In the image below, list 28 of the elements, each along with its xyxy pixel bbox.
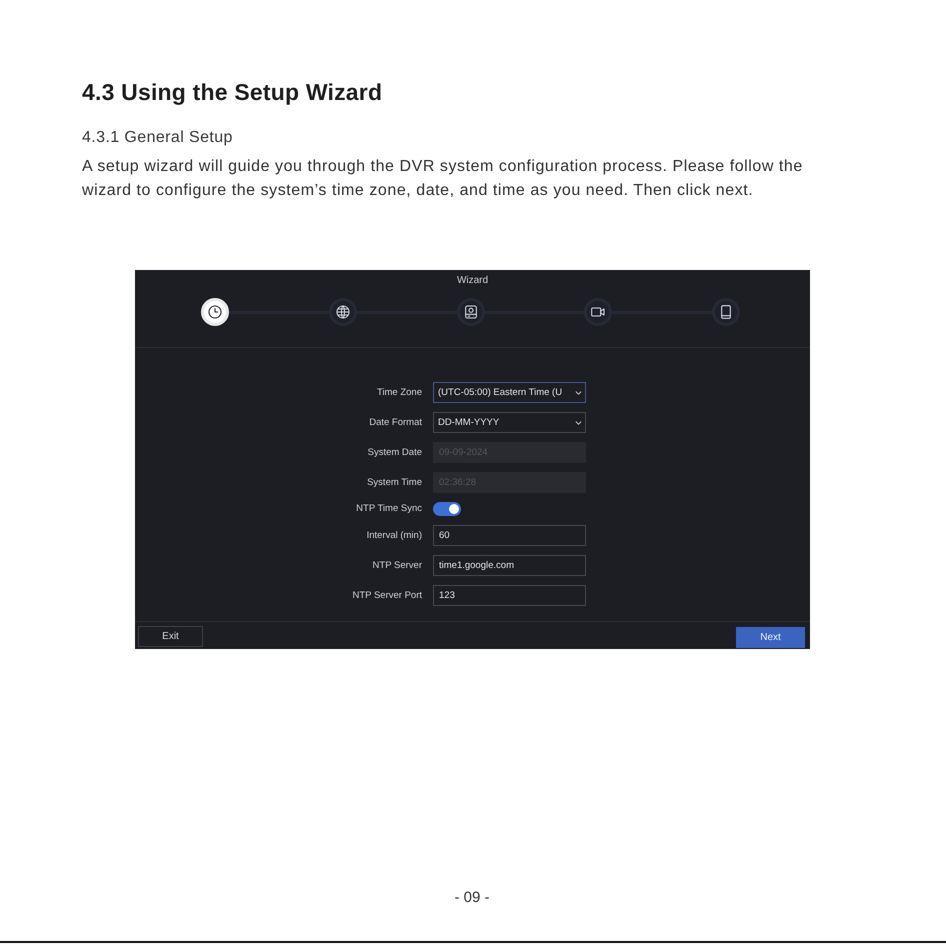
hard-drive-icon[interactable] xyxy=(456,298,484,326)
text-field[interactable]: 123 xyxy=(433,585,586,606)
toggle-switch[interactable] xyxy=(433,502,461,516)
field-label: Time Zone xyxy=(376,386,422,398)
exit-button[interactable]: Exit xyxy=(138,626,203,647)
field-label: System Date xyxy=(368,446,422,458)
instruction-paragraph: A setup wizard will guide you through the DVR system configuration process. Please follow the wizard to configure the system’s time zone, date, and time as you need. Then click next. xyxy=(82,157,804,201)
text-field[interactable]: 60 xyxy=(433,525,586,546)
text-field[interactable]: time1.google.com xyxy=(433,555,586,576)
globe-icon[interactable] xyxy=(328,298,357,326)
dropdown-field[interactable]: DD-MM-YYYY xyxy=(433,412,586,433)
clock-icon[interactable] xyxy=(201,298,229,326)
next-button[interactable]: Next xyxy=(736,627,805,648)
field-label: NTP Server xyxy=(372,560,422,572)
subsection-heading: 4.3.1 General Setup xyxy=(82,128,233,148)
field-label: Interval (min) xyxy=(366,530,422,542)
field-label: NTP Time Sync xyxy=(356,503,422,515)
dropdown-field[interactable]: (UTC-05:00) Eastern Time (U xyxy=(433,382,586,403)
chevron-down-icon xyxy=(575,390,582,394)
mobile-device-icon[interactable] xyxy=(712,298,740,326)
section-heading: 4.3 Using the Setup Wizard xyxy=(82,78,382,106)
field-label: System Time xyxy=(367,476,422,488)
wizard-title: Wizard xyxy=(456,274,488,288)
video-camera-icon[interactable] xyxy=(584,298,612,326)
chevron-down-icon xyxy=(575,420,582,424)
page-number: - 09 - xyxy=(454,888,490,908)
field-label: Date Format xyxy=(369,416,422,428)
field-label: NTP Server Port xyxy=(352,590,422,602)
